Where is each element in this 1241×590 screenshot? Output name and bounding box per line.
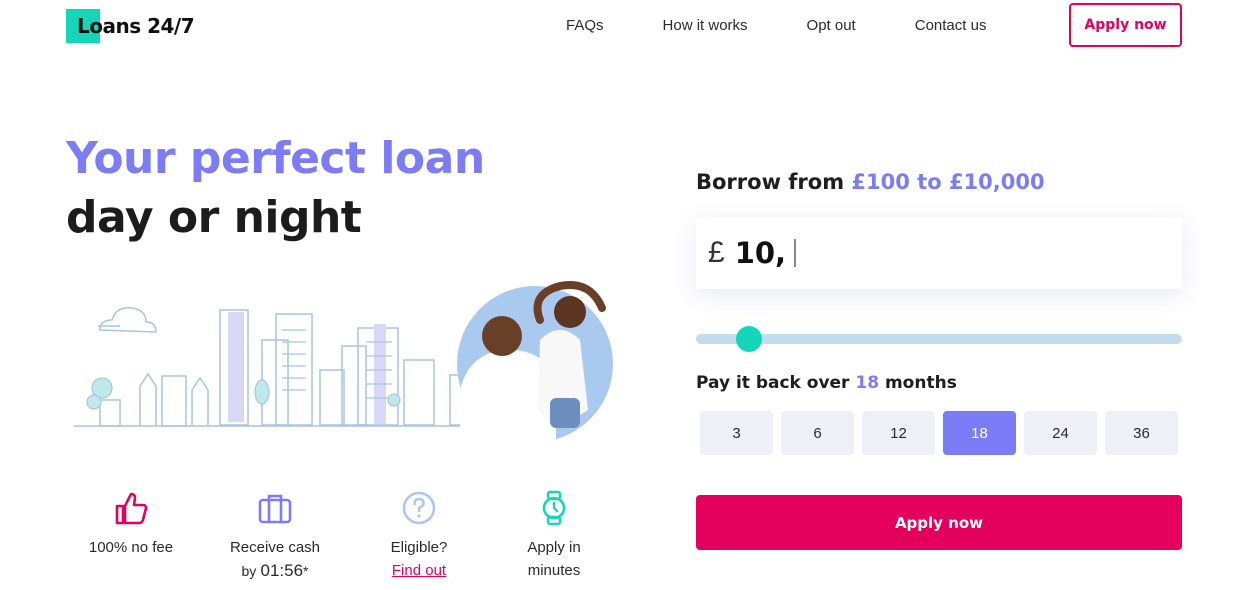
borrow-range: £100 to £10,000 — [851, 170, 1045, 194]
feature-receive-cash-label: Receive cash — [229, 539, 321, 556]
feature-no-fee-label: 100% no fee — [88, 539, 174, 556]
term-options: 3 6 12 18 24 36 — [700, 411, 1186, 455]
main-nav: FAQs How it works Opt out Contact us — [566, 17, 986, 34]
find-out-link[interactable]: Find out — [392, 562, 446, 579]
question-circle-icon — [402, 491, 436, 525]
term-option-24[interactable]: 24 — [1024, 411, 1097, 455]
feature-eligible: Eligible? Find out — [370, 490, 468, 582]
thumbs-up-icon — [115, 492, 148, 525]
nav-how-it-works[interactable]: How it works — [663, 17, 748, 34]
feature-apply-minutes: Apply in minutes — [505, 490, 603, 582]
borrow-heading: Borrow from £100 to £10,000 — [696, 170, 1045, 194]
feature-eligible-label: Eligible? — [390, 539, 448, 556]
logo-text: Loans 24/7 — [77, 14, 195, 38]
feature-receive-cash-time-row: by 01:56* — [215, 559, 335, 583]
payback-prefix: Pay it back over — [696, 373, 850, 393]
term-option-3[interactable]: 3 — [700, 411, 773, 455]
feature-time-value: 01:56 — [260, 561, 304, 580]
slider-thumb[interactable] — [736, 326, 763, 352]
term-option-12[interactable]: 12 — [862, 411, 935, 455]
hero-title-line1: Your perfect loan — [66, 133, 485, 184]
payback-months: 18 — [855, 373, 880, 393]
nav-faqs[interactable]: FAQs — [566, 17, 604, 34]
term-option-36[interactable]: 36 — [1105, 411, 1178, 455]
feature-receive-cash: Receive cash by 01:56* — [215, 490, 335, 583]
term-option-18[interactable]: 18 — [943, 411, 1016, 455]
briefcase-icon — [258, 494, 292, 524]
amount-input[interactable]: £ 10, — [696, 217, 1182, 289]
feature-apply-line1: Apply in — [527, 539, 581, 556]
nav-opt-out[interactable]: Opt out — [807, 17, 856, 34]
feature-time-prefix: by — [241, 563, 257, 579]
text-caret — [794, 239, 797, 267]
feature-time-asterisk: * — [303, 563, 309, 579]
feature-no-fee: 100% no fee — [80, 490, 182, 559]
amount-slider[interactable] — [696, 326, 1182, 352]
payback-heading: Pay it back over 18 months — [696, 373, 957, 393]
hero-title-line2: day or night — [66, 192, 362, 243]
apply-now-button[interactable]: Apply now — [696, 495, 1182, 550]
header-apply-button[interactable]: Apply now — [1069, 3, 1182, 47]
payback-suffix: months — [884, 373, 957, 393]
feature-apply-line2: minutes — [527, 562, 581, 579]
currency-symbol: £ — [708, 236, 725, 269]
watch-icon — [542, 490, 566, 526]
amount-value[interactable]: 10, — [735, 236, 786, 270]
nav-contact-us[interactable]: Contact us — [915, 17, 987, 34]
city-family-illustration — [74, 281, 613, 448]
term-option-6[interactable]: 6 — [781, 411, 854, 455]
borrow-prefix: Borrow from — [696, 170, 845, 194]
logo[interactable]: Loans 24/7 — [66, 9, 195, 43]
